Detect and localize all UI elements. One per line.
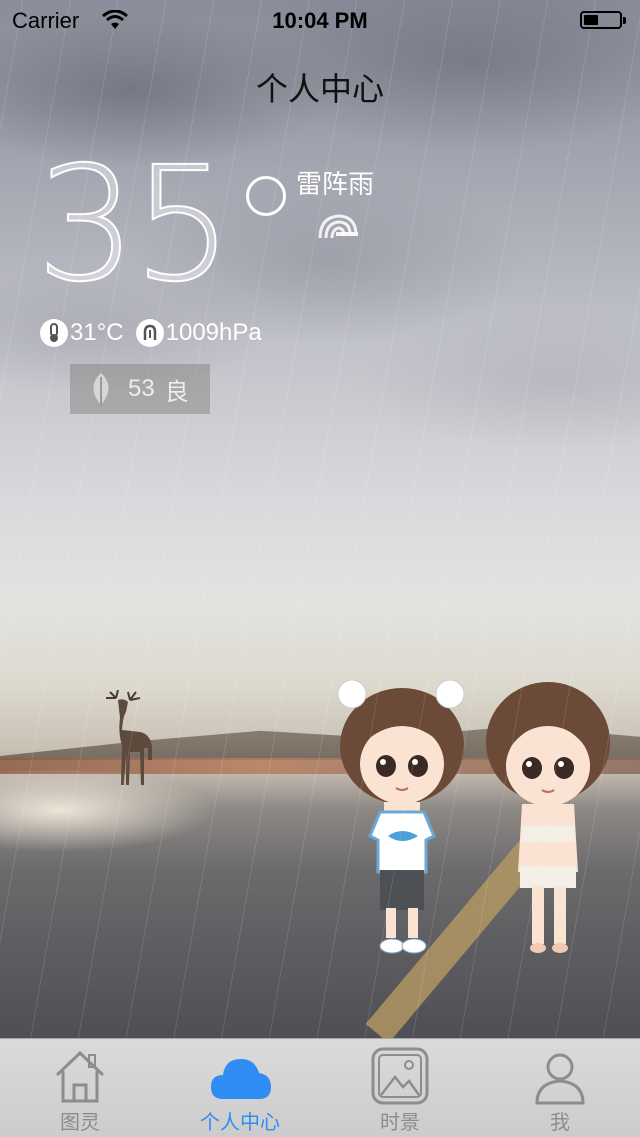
tab-label: 图灵 xyxy=(60,1110,100,1134)
aqi-value: 53 xyxy=(128,375,155,402)
temperature-value: 35 xyxy=(35,133,234,317)
aqi-level: 良 xyxy=(164,378,189,406)
status-bar: Carrier 10:04 PM xyxy=(0,0,640,40)
pressure-value: 1009hPa xyxy=(165,319,262,346)
leaf-icon xyxy=(93,373,109,405)
thunderstorm-icon xyxy=(318,214,358,239)
degree-symbol xyxy=(246,176,286,216)
tab-label: 我 xyxy=(550,1110,570,1134)
tab-bar: 图灵 个人中心 时景 我 xyxy=(0,1038,640,1137)
user-icon xyxy=(535,1053,585,1105)
tab-scenery[interactable]: 时景 xyxy=(320,1039,480,1137)
air-quality-badge[interactable]: 53 良 xyxy=(70,364,210,414)
tab-label: 时景 xyxy=(380,1110,420,1134)
tab-personal-center[interactable]: 个人中心 xyxy=(160,1039,320,1137)
weather-details: 31°C 1009hPa xyxy=(40,316,262,350)
tab-label: 个人中心 xyxy=(200,1110,280,1134)
feels-like-value: 31°C xyxy=(70,319,124,346)
picture-icon xyxy=(371,1047,429,1105)
thermometer-icon xyxy=(40,319,68,347)
tab-me[interactable]: 我 xyxy=(480,1039,640,1137)
cloud-icon xyxy=(211,1059,271,1099)
page-title: 个人中心 xyxy=(255,70,384,108)
home-icon xyxy=(55,1050,105,1103)
tab-tuling[interactable]: 图灵 xyxy=(0,1039,160,1137)
weather-condition: 雷阵雨 xyxy=(296,170,375,200)
battery-icon xyxy=(580,11,626,29)
pressure-icon xyxy=(135,319,164,347)
status-time: 10:04 PM xyxy=(272,8,368,33)
battery-level xyxy=(584,15,598,25)
